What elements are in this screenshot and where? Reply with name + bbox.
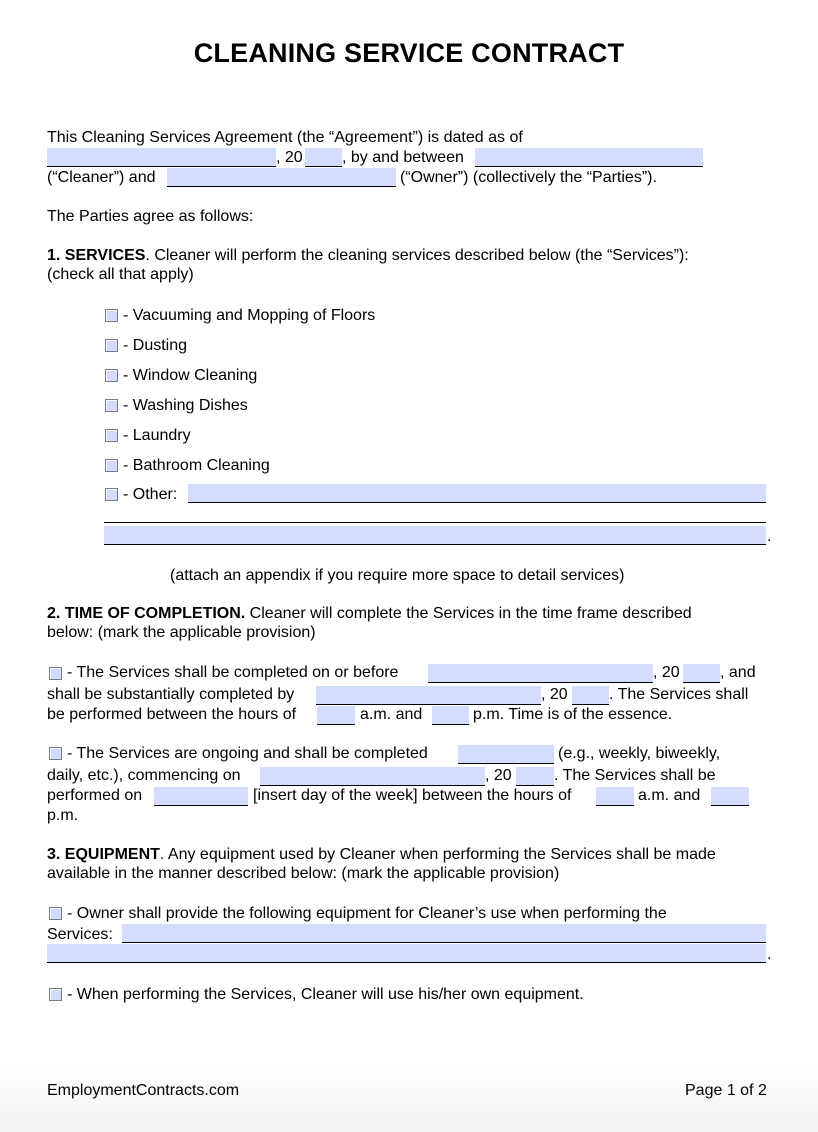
completion-a-line-3-end: p.m. Time is of the essence. [473, 706, 673, 723]
footer-page-number: Page 1 of 2 [685, 1082, 767, 1099]
ongoing-year-prefix: , 20 [485, 767, 512, 784]
owner-parties-label: (“Owner”) (collectively the “Parties”). [400, 169, 657, 186]
checkbox-ongoing[interactable] [49, 747, 62, 760]
completion-a-line-2: shall be substantially completed by [47, 686, 295, 703]
cleaner-and-label: (“Cleaner”) and [47, 169, 156, 186]
checkbox-laundry[interactable] [105, 429, 118, 442]
ongoing-line-2: daily, etc.), commencing on [47, 767, 241, 784]
cleaner-name-field[interactable] [475, 148, 703, 167]
section-1-line-2: (check all that apply) [47, 266, 194, 283]
other-services-blank-line [104, 522, 766, 523]
ongoing-commence-year-field[interactable] [516, 767, 554, 786]
completion-a-am-label: a.m. and [360, 706, 423, 723]
section-2-line-1: 2. TIME OF COMPLETION. Cleaner will comp… [47, 604, 692, 624]
checkbox-other[interactable] [105, 488, 118, 501]
completion-a-end-hour-field[interactable] [432, 706, 469, 725]
section-2-line-2: below: (mark the applicable provision) [47, 624, 316, 641]
ongoing-line-2-end: . The Services shall be [554, 767, 716, 784]
checkbox-own-equipment[interactable] [49, 988, 62, 1001]
option-label-bathroom-cleaning: - Bathroom Cleaning [123, 457, 270, 474]
completion-a-line-3: be performed between the hours of [47, 706, 297, 723]
option-label-other: - Other: [123, 486, 178, 503]
checkbox-owner-equipment[interactable] [49, 907, 62, 920]
year-prefix-label: , 20 [276, 149, 303, 166]
option-label-washing-dishes: - Washing Dishes [123, 397, 248, 414]
checkbox-dusting[interactable] [105, 339, 118, 352]
owner-equipment-field[interactable] [122, 924, 766, 943]
owner-equipment-field-2[interactable] [47, 944, 766, 963]
intro-line-1: This Cleaning Services Agreement (the “A… [47, 129, 523, 146]
owner-equipment-line-1: - Owner shall provide the following equi… [67, 905, 667, 922]
completion-a-line-2-end: . The Services shall [609, 686, 749, 703]
checkbox-window-cleaning[interactable] [105, 369, 118, 382]
ongoing-line-1-end: (e.g., weekly, biweekly, [558, 745, 721, 762]
own-equipment-line: - When performing the Services, Cleaner … [67, 986, 584, 1003]
completion-a-line-1: - The Services shall be completed on or … [67, 664, 399, 681]
footer-site: EmploymentContracts.com [47, 1082, 240, 1099]
option-label-laundry: - Laundry [123, 427, 191, 444]
completion-year-prefix: , 20 [653, 664, 680, 681]
owner-name-field[interactable] [167, 168, 396, 187]
completion-year-field[interactable] [683, 664, 720, 683]
by-and-between-label: , by and between [342, 149, 464, 166]
option-label-dusting: - Dusting [123, 337, 188, 354]
option-label-window-cleaning: - Window Cleaning [123, 367, 258, 384]
ongoing-commence-date-field[interactable] [260, 767, 485, 786]
option-label-vacuuming: - Vacuuming and Mopping of Floors [123, 307, 376, 324]
other-services-field-2[interactable] [104, 526, 766, 545]
ongoing-am-label: a.m. and [638, 787, 701, 804]
checkbox-washing-dishes[interactable] [105, 399, 118, 412]
ongoing-line-1: - The Services are ongoing and shall be … [67, 745, 428, 762]
ongoing-end-hour-field[interactable] [711, 787, 749, 806]
appendix-note: (attach an appendix if you require more … [170, 567, 625, 584]
substantial-completion-date-field[interactable] [316, 686, 541, 705]
ongoing-line-3: performed on [47, 787, 143, 804]
section-3-heading: 3. EQUIPMENT [47, 846, 160, 863]
checkbox-bathroom-cleaning[interactable] [105, 459, 118, 472]
section-1-heading: 1. SERVICES [47, 247, 146, 264]
agreement-date-field[interactable] [47, 148, 276, 167]
completion-a-start-hour-field[interactable] [317, 706, 355, 725]
section-3-line-1: 3. EQUIPMENT. Any equipment used by Clea… [47, 845, 716, 865]
owner-equipment-period: . [767, 946, 772, 963]
ongoing-line-3-mid: [insert day of the week] between the hou… [253, 787, 572, 804]
other-services-field[interactable] [188, 484, 766, 503]
section-2-text: Cleaner will complete the Services in th… [245, 605, 692, 622]
agreement-year-field[interactable] [305, 148, 342, 167]
parties-agree-text: The Parties agree as follows: [47, 208, 254, 225]
section-2-heading: 2. TIME OF COMPLETION. [47, 605, 246, 622]
section-3-text: . Any equipment used by Cleaner when per… [159, 846, 716, 863]
section-1-line-1: 1. SERVICES. Cleaner will perform the cl… [47, 246, 689, 266]
substantial-year-field[interactable] [572, 686, 609, 705]
substantial-year-prefix: , 20 [541, 686, 568, 703]
document-title: CLEANING SERVICE CONTRACT [193, 38, 625, 68]
ongoing-line-4: p.m. [47, 807, 79, 824]
other-period: . [767, 528, 772, 545]
section-1-text: . Cleaner will perform the cleaning serv… [145, 247, 689, 264]
owner-equipment-line-2: Services: [47, 926, 113, 943]
ongoing-start-hour-field[interactable] [596, 787, 634, 806]
ongoing-frequency-field[interactable] [458, 745, 554, 764]
ongoing-day-of-week-field[interactable] [154, 787, 248, 806]
completion-date-field[interactable] [428, 664, 653, 683]
completion-a-line-1-end: , and [720, 664, 756, 681]
checkbox-vacuuming[interactable] [105, 309, 118, 322]
checkbox-completion-date[interactable] [49, 667, 62, 680]
section-3-line-2: available in the manner described below:… [47, 865, 560, 882]
